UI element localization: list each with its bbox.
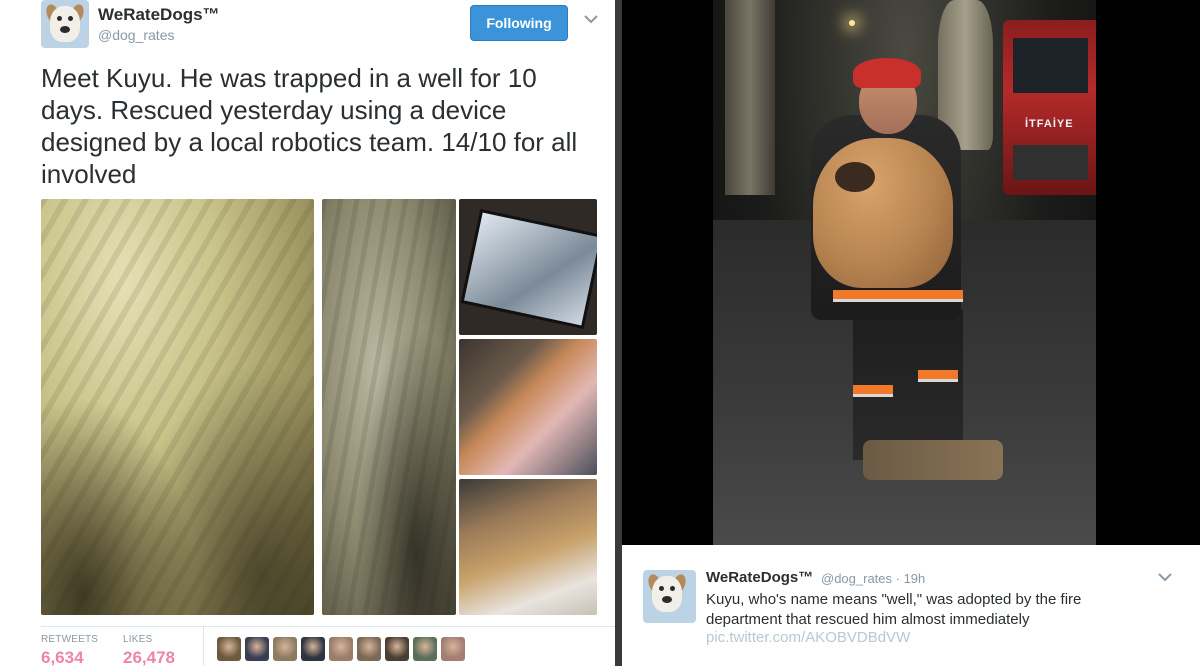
avatar-eye (659, 586, 664, 591)
liker-avatar[interactable] (245, 637, 269, 661)
truck-sign: İTFAİYE (1025, 118, 1074, 130)
liker-avatar[interactable] (217, 637, 241, 661)
profile-avatar[interactable] (41, 0, 89, 48)
tweet-text-line: involved (41, 159, 137, 189)
likes-count[interactable]: 26,478 (123, 648, 175, 666)
profile-avatar[interactable] (643, 570, 696, 623)
tweet-text-line: designed by a local robotics team. 14/10… (41, 127, 578, 157)
left-tweet-panel: WeRateDogs™ @dog_rates Following Meet Ku… (0, 0, 615, 666)
account-name[interactable]: WeRateDogs™ (706, 569, 813, 586)
chevron-down-icon[interactable] (1158, 572, 1172, 582)
liker-avatar[interactable] (413, 637, 437, 661)
liker-avatars (217, 637, 465, 661)
retweets-label: RETWEETS (41, 634, 99, 645)
avatar-nose (662, 596, 672, 603)
liker-avatar[interactable] (441, 637, 465, 661)
liker-avatar[interactable] (329, 637, 353, 661)
following-button[interactable]: Following (470, 5, 568, 41)
liker-avatar[interactable] (301, 637, 325, 661)
retweets-count[interactable]: 6,634 (41, 648, 84, 666)
puppy-held-photo[interactable] (459, 479, 597, 615)
likes-label: LIKES (123, 634, 153, 645)
reflective-stripe (853, 385, 893, 394)
rescued-dog-photo[interactable] (459, 339, 597, 475)
account-handle[interactable]: @dog_rates (98, 27, 174, 43)
tweet-text-line: Kuyu, who's name means "well," was adopt… (706, 591, 1082, 608)
tweet-text: Meet Kuyu. He was trapped in a well for … (41, 62, 596, 190)
well-camera-photo-1[interactable] (41, 199, 314, 615)
right-tweet-panel: İTFAİYE WeRateDogs™ @dog_rates · 19h Kuy (622, 0, 1200, 666)
photo-boots (863, 440, 1003, 480)
chevron-down-icon[interactable] (584, 14, 598, 24)
well-camera-photo-2[interactable] (322, 199, 456, 615)
photo-fire-truck: İTFAİYE (1003, 20, 1096, 195)
reflective-stripe (918, 370, 958, 379)
photo-tree (725, 0, 775, 195)
stats-divider (203, 627, 204, 666)
avatar-eye (57, 16, 62, 21)
tweet-text: Kuyu, who's name means "well," was adopt… (706, 590, 1176, 630)
photo-street-lamp (849, 20, 855, 26)
photo-link[interactable]: pic.twitter.com/AKOBVDBdVW (706, 629, 910, 646)
monitor-screen-photo[interactable] (459, 199, 597, 335)
avatar-dog-face (652, 576, 682, 612)
avatar-eye (670, 586, 675, 591)
liker-avatar[interactable] (357, 637, 381, 661)
avatar-eye (68, 16, 73, 21)
account-name[interactable]: WeRateDogs™ (98, 5, 220, 25)
photo-dog-muzzle (835, 162, 875, 192)
liker-avatar[interactable] (273, 637, 297, 661)
tweet-text-line: days. Rescued yesterday using a device (41, 95, 507, 125)
reflective-stripe (833, 290, 913, 299)
liker-avatar[interactable] (385, 637, 409, 661)
firefighter-with-dog-photo[interactable]: İTFAİYE (713, 0, 1096, 545)
photo-frame: İTFAİYE (622, 0, 1200, 545)
photo-dog (813, 138, 953, 288)
tweet-text-line: department that rescued him almost immed… (706, 611, 1030, 628)
account-handle-time[interactable]: @dog_rates · 19h (821, 571, 925, 586)
reflective-stripe (913, 290, 963, 299)
tweet-text-line: Meet Kuyu. He was trapped in a well for … (41, 63, 537, 93)
avatar-nose (60, 26, 70, 33)
avatar-dog-face (50, 6, 80, 42)
photo-helmet (853, 58, 921, 88)
tweet-stats: RETWEETS 6,634 LIKES 26,478 (41, 626, 615, 666)
